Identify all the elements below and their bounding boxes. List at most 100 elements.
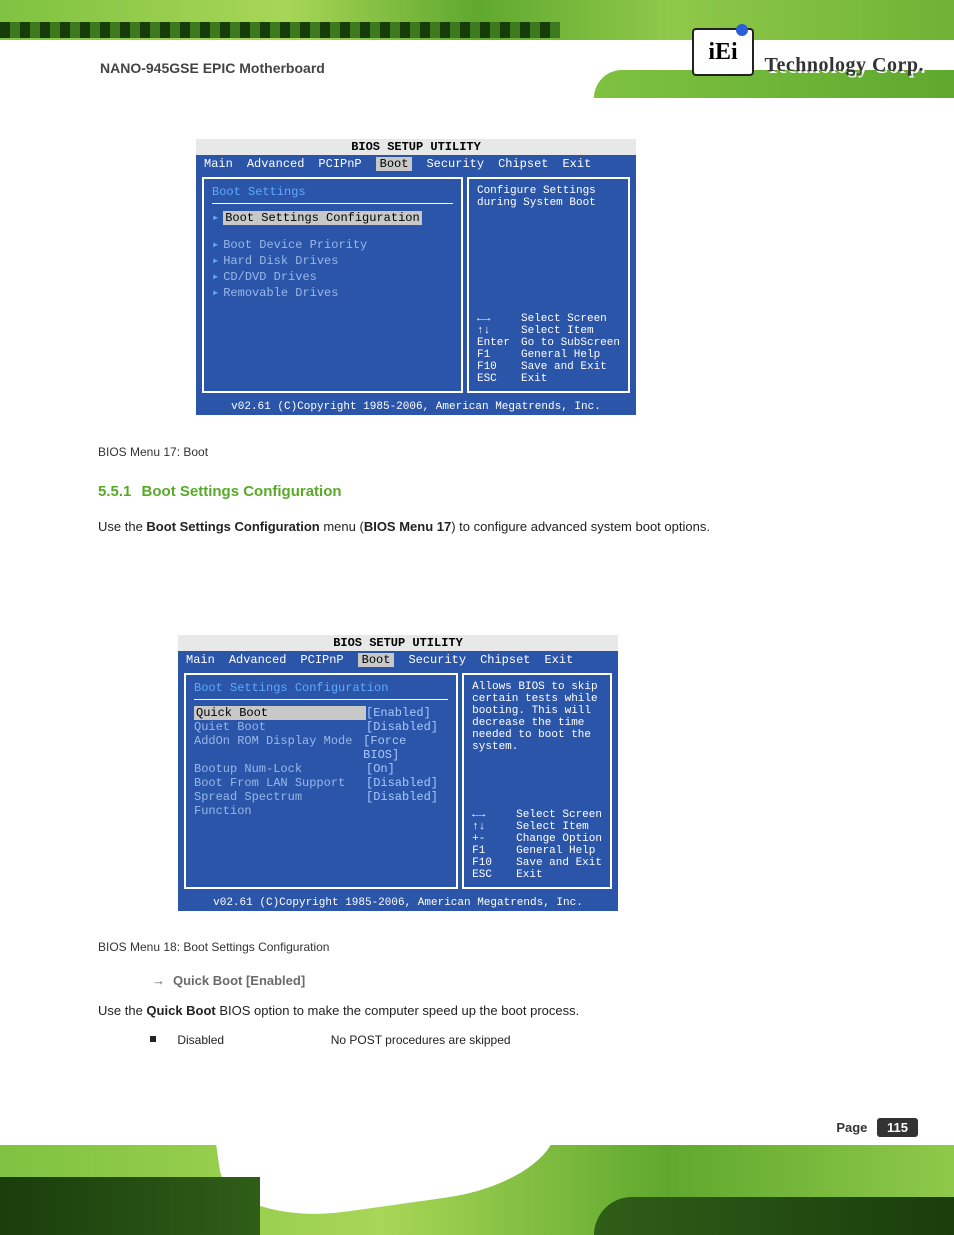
option-title: Quick Boot [Enabled] [173,973,305,988]
key-desc: Exit [516,869,542,881]
bios-tab: Advanced [229,653,287,667]
key-desc: Exit [521,373,547,385]
bold-ref: BIOS Menu 17 [364,519,451,534]
bios-tab: Security [426,157,484,171]
logo-icon: iEi [692,28,754,76]
setting-value: [Disabled] [366,720,438,734]
key-label: ←→ [477,313,521,325]
divider [212,203,453,204]
figure-caption: BIOS Menu 17: Boot [98,445,208,459]
key-desc: Select Screen [521,313,607,325]
bios-setting-row: Boot From LAN Support[Disabled] [194,776,448,790]
banner-pcb-strip [0,22,560,38]
bios-title: BIOS SETUP UTILITY [196,139,636,155]
setting-label: Spread Spectrum Function [194,790,366,818]
triangle-right-icon: ▸ [212,270,219,284]
bios-tab: Chipset [480,653,530,667]
bios-menu-item: ▸Hard Disk Drives [212,253,453,268]
bios-right-pane: Configure Settings during System Boot ←→… [467,177,630,393]
triangle-right-icon: ▸ [212,238,219,252]
bios-menu-label: Removable Drives [223,286,338,300]
triangle-right-icon: ▸ [212,254,219,268]
setting-label: Quick Boot [194,706,366,720]
bios-menu-label: CD/DVD Drives [223,270,317,284]
bios-menu-label: Boot Device Priority [223,238,367,252]
bios-setting-row: AddOn ROM Display Mode[Force BIOS] [194,734,448,762]
bios-left-pane: Boot Settings Configuration Quick Boot[E… [184,673,458,889]
bios-key-hints: ←→Select Screen ↑↓Select Item EnterGo to… [477,313,620,385]
divider [194,699,448,700]
bios-menu-item: ▸ Removable Drives [212,285,453,300]
bios-tab: Main [204,157,233,171]
bold-term: Quick Boot [146,1003,215,1018]
setting-value: [On] [366,762,395,776]
key-label: ESC [472,869,516,881]
bios-tab: Advanced [247,157,305,171]
bios-setting-row: Quick Boot[Enabled] [194,706,448,720]
key-label: F10 [472,857,516,869]
header-banner: iEi Technology Corp. NANO-945GSE EPIC Mo… [0,0,954,110]
bios-right-pane: Allows BIOS to skip certain tests while … [462,673,612,889]
setting-label: Boot From LAN Support [194,776,366,790]
key-label: ESC [477,373,521,385]
page-label: Page [836,1120,867,1135]
option-description: Use the Quick Boot BIOS option to make t… [98,999,858,1024]
bios-title: BIOS SETUP UTILITY [178,635,618,651]
bios-left-pane: Boot Settings ▸Boot Settings Configurati… [202,177,463,393]
setting-value: [Disabled] [366,790,438,818]
setting-value: [Force BIOS] [363,734,448,762]
footer-banner: Page 115 [0,1115,954,1235]
bios-setting-row: Bootup Num-Lock[On] [194,762,448,776]
setting-value: [Disabled] [366,776,438,790]
figure-caption: BIOS Menu 18: Boot Settings Configuratio… [98,940,329,954]
triangle-right-icon: ▸ [212,211,219,225]
key-label: ↑↓ [472,821,516,833]
option-bullet: Disabled No POST procedures are skipped [150,1033,850,1047]
key-desc: Save and Exit [521,361,607,373]
key-desc: Change Option [516,833,602,845]
setting-label: AddOn ROM Display Mode [194,734,363,762]
bios-pane-heading: Boot Settings Configuration [194,681,448,695]
bios-key-hints: ←→Select Screen ↑↓Select Item +-Change O… [472,809,602,881]
bios-footer: v02.61 (C)Copyright 1985-2006, American … [196,399,636,415]
bios-tab: Security [408,653,466,667]
key-desc: General Help [521,349,600,361]
bios-tab: PCIPnP [318,157,361,171]
setting-label: Quiet Boot [194,720,366,734]
section-number: 5.5.1 [98,483,131,500]
option-heading: →Quick Boot [Enabled] [152,973,305,988]
bios-setting-row: Spread Spectrum Function[Disabled] [194,790,448,818]
key-label: F10 [477,361,521,373]
setting-label: Bootup Num-Lock [194,762,366,776]
key-label: ↑↓ [477,325,521,337]
key-label: +- [472,833,516,845]
bios-tab: Exit [544,653,573,667]
document-title: NANO-945GSE EPIC Motherboard [100,60,325,76]
key-label: Enter [477,337,521,349]
bios-menu-item: ▸Boot Settings Configuration [212,210,453,225]
bios-menu-item: ▸ CD/DVD Drives [212,269,453,284]
setting-value: [Enabled] [366,706,431,720]
bios-footer: v02.61 (C)Copyright 1985-2006, American … [178,895,618,911]
footer-pcb-left [0,1177,260,1235]
square-bullet-icon [150,1036,156,1042]
bios-tabs: Main Advanced PCIPnP Boot Security Chips… [196,155,636,173]
key-desc: Select Screen [516,809,602,821]
bios-tab: Exit [562,157,591,171]
bullet-label: Disabled [177,1033,327,1047]
logo-text-inner: iEi [708,39,737,66]
bios-screenshot-boot: BIOS SETUP UTILITY Main Advanced PCIPnP … [196,139,636,415]
bios-screenshot-boot-settings: BIOS SETUP UTILITY Main Advanced PCIPnP … [178,635,618,911]
bullet-desc: No POST procedures are skipped [331,1033,511,1047]
key-label: F1 [477,349,521,361]
bios-tab-selected: Boot [376,157,413,171]
page-indicator: Page 115 [836,1120,918,1135]
bios-tab: Chipset [498,157,548,171]
triangle-right-icon: ▸ [212,286,219,300]
section-title: Boot Settings Configuration [142,483,342,500]
bios-tab-selected: Boot [358,653,395,667]
key-desc: Go to SubScreen [521,337,620,349]
key-desc: Select Item [516,821,589,833]
key-label: ←→ [472,809,516,821]
footer-pcb-right [594,1197,954,1235]
